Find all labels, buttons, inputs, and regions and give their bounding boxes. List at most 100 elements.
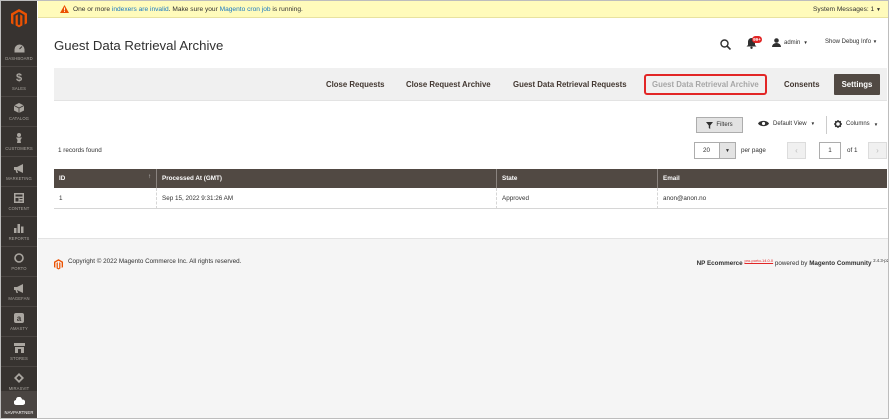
megaphone-icon [13,162,25,174]
page-number-input[interactable]: 1 [819,142,841,159]
settings-button[interactable]: Settings [834,74,880,95]
amasty-icon: a [13,312,25,324]
sidebar-item-dashboard[interactable]: DASHBOARD [1,37,37,67]
bar-chart-icon [13,222,25,234]
tab-close-requests[interactable]: Close Requests [326,68,385,101]
admin-sidebar: DASHBOARD $ SALES CATALOG CUSTOMERS MARK… [1,1,37,418]
cube-icon [13,102,25,114]
tab-guest-data-retrieval-archive[interactable]: Guest Data Retrieval Archive [644,74,767,95]
cell-id: 1 [54,188,157,209]
previous-page-button[interactable]: ‹ [787,142,806,159]
grid-header-row: ID ↑ Processed At (GMT) State Email [54,169,887,188]
copyright-text: Copyright © 2022 Magento Commerce Inc. A… [68,258,242,265]
sidebar-item-marketing[interactable]: MARKETING [1,157,37,187]
cell-processed-at: Sep 15, 2022 9:31:26 AM [157,188,497,209]
chevron-down-icon: ▼ [876,6,881,13]
page-total: of 1 [847,147,858,154]
sidebar-item-content[interactable]: CONTENT [1,187,37,217]
tab-guest-data-retrieval-requests[interactable]: Guest Data Retrieval Requests [513,68,627,101]
columns-dropdown[interactable]: Columns ▼ [834,120,878,128]
sort-arrow-icon: ↑ [148,174,151,180]
magento-version: 2.4.3-p2 [873,258,889,263]
sidebar-item-label: NAVPARTNER [4,409,34,415]
per-page-select[interactable]: 20 [694,142,720,159]
sidebar-item-magefan[interactable]: MAGEFAN [1,277,37,307]
tab-close-request-archive[interactable]: Close Request Archive [406,68,491,101]
sidebar-item-label: STORES [10,356,28,361]
store-icon [13,342,25,354]
column-header-label: ID [59,175,66,182]
dollar-icon: $ [15,72,23,84]
show-debug-info-button[interactable]: Show Debug Info ▼ [825,39,877,45]
theme-version-link[interactable]: pro-porto-14.0.0 [744,258,773,263]
cron-job-link[interactable]: Magento cron job [220,6,271,13]
column-header-email[interactable]: Email [658,169,887,188]
sidebar-item-label: PORTO [11,266,27,271]
sidebar-item-label: SALES [11,86,26,91]
records-found: 1 records found [58,147,102,154]
system-messages-label: System Messages: 1 [813,5,875,13]
message-text-part: One or more [73,5,112,13]
gear-icon [834,120,842,128]
sidebar-item-navpartner[interactable]: NAVPARTNER [1,391,37,418]
warning-icon [60,5,69,15]
columns-label: Columns [846,121,870,127]
sidebar-item-amasty[interactable]: a AMASTY [1,307,37,337]
tabs-bar: Close Requests Close Request Archive Gue… [54,68,887,101]
navpartner-icon [13,396,25,408]
column-header-id[interactable]: ID ↑ [54,169,157,188]
powered-by-text: powered by [773,260,810,268]
chevron-left-icon: ‹ [795,146,798,155]
user-icon [772,38,781,47]
sidebar-item-customers[interactable]: CUSTOMERS [1,127,37,157]
chevron-right-icon: › [876,146,879,155]
default-view-label: Default View [773,120,807,127]
sidebar-item-catalog[interactable]: CATALOG [1,97,37,127]
sidebar-item-label: REPORTS [8,236,30,241]
sidebar-item-reports[interactable]: REPORTS [1,217,37,247]
user-menu[interactable]: admin ▼ [772,38,808,47]
sidebar-item-label: DASHBOARD [5,56,33,61]
chevron-down-icon: ▼ [810,121,816,126]
system-messages-dropdown[interactable]: System Messages: 1 ▼ [813,6,881,13]
sidebar-item-label: MARKETING [6,176,32,181]
dashboard-icon [13,42,25,54]
customer-icon [13,132,25,144]
page-title: Guest Data Retrieval Archive [54,38,224,53]
content-icon [13,192,25,204]
message-text-part: . Make sure your [168,5,220,13]
debug-label: Show Debug Info [825,39,872,45]
sidebar-item-label: MAGEFAN [8,296,30,301]
sidebar-item-label: CONTENT [8,206,30,211]
sidebar-item-porto[interactable]: PORTO [1,247,37,277]
sidebar-item-label: CUSTOMERS [5,146,33,151]
tab-consents[interactable]: Consents [784,68,820,101]
sidebar-item-stores[interactable]: STORES [1,337,37,367]
cell-state: Approved [497,188,658,209]
filters-button[interactable]: Filters [696,117,743,133]
footer-version-info: NP Ecommerce pro-porto-14.0.0 powered by… [696,258,889,268]
cell-email: anon@anon.no [663,195,707,202]
magento-edition: Magento Community [809,260,872,268]
indexers-link[interactable]: indexers are invalid [112,6,169,13]
chevron-down-icon: ▼ [873,121,879,127]
magento-logo-icon[interactable] [1,1,37,35]
sidebar-item-sales[interactable]: $ SALES [1,67,37,97]
default-view-dropdown[interactable]: Default View ▼ [758,120,815,127]
system-message-text: One or more indexers are invalid. Make s… [73,6,303,13]
next-page-button[interactable]: › [868,142,887,159]
table-row[interactable]: 1 Sep 15, 2022 9:31:26 AM Approved anon@… [54,188,887,209]
brand-name: NP Ecommerce [696,260,743,268]
chevron-down-icon: ▼ [725,147,730,154]
magento-logo-icon [54,257,63,275]
filter-icon [706,121,714,129]
toolbar-divider [826,116,827,134]
diamond-icon [13,372,25,384]
sidebar-item-label: CATALOG [8,116,30,121]
per-page-toggle[interactable]: ▼ [720,142,736,159]
chevron-down-icon: ▼ [803,40,808,45]
column-header-state[interactable]: State [497,169,658,188]
user-name: admin [784,39,801,46]
search-icon[interactable] [720,37,732,55]
column-header-processed-at[interactable]: Processed At (GMT) [157,169,497,188]
